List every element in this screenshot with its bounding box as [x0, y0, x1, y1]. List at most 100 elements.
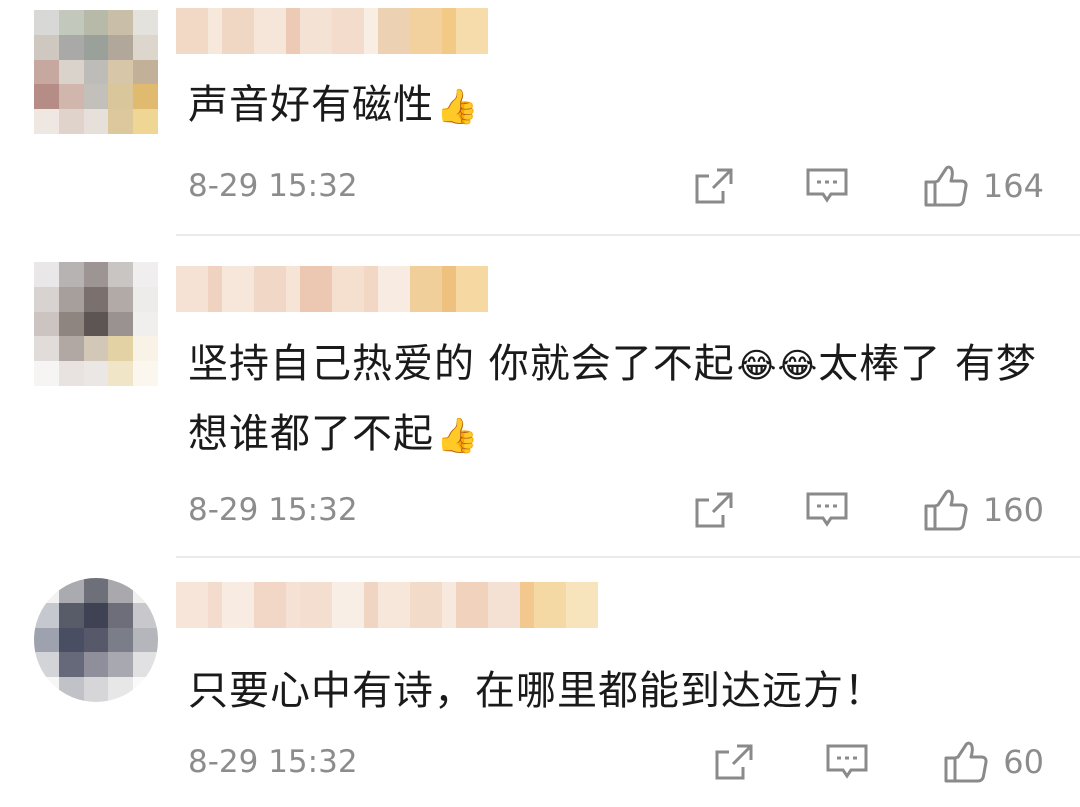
username[interactable] [176, 582, 598, 628]
avatar[interactable] [34, 10, 158, 134]
avatar-pixel [133, 34, 158, 60]
avatar-pixel [133, 578, 158, 603]
avatar-pixel [108, 652, 134, 678]
username-pixel [364, 582, 378, 628]
comment-icon[interactable] [825, 743, 869, 781]
username-pixel [254, 8, 286, 54]
avatar-pixel [83, 578, 109, 603]
username-pixel [286, 8, 300, 54]
avatar-pixel [58, 84, 84, 110]
username-pixel [222, 582, 254, 628]
avatar-pixel [34, 109, 59, 134]
username-pixel [520, 582, 534, 628]
username-pixel [364, 8, 378, 54]
username-pixel [410, 8, 442, 54]
avatar-pixel [58, 627, 84, 653]
avatar-pixel [58, 286, 84, 312]
avatar-pixel [83, 109, 109, 134]
avatar-pixel [34, 602, 59, 628]
avatar-pixel [58, 59, 84, 85]
username-pixel [300, 582, 332, 628]
username-pixel [410, 582, 442, 628]
comment-meta: 8-29 15:32 164 [188, 164, 1044, 208]
username-pixel [222, 8, 254, 54]
username-pixel [442, 266, 456, 312]
avatar-pixel [133, 361, 158, 386]
avatar-pixel [108, 578, 134, 603]
like-icon[interactable] [943, 740, 989, 784]
thumbs-up-emoji: 👍 [436, 87, 480, 127]
username-pixel [456, 582, 488, 628]
share-icon[interactable] [693, 167, 735, 205]
comment-actions: 164 [693, 164, 1044, 208]
avatar-pixel [83, 262, 109, 287]
comment-text: 坚持自己热爱的 你就会了不起😂😂太棒了 有梦想谁都了不起👍 [188, 330, 1040, 470]
avatar-pixel [133, 59, 158, 85]
username-pixel [456, 266, 488, 312]
avatar-pixel [34, 286, 59, 312]
avatar-pixel [83, 627, 109, 653]
username[interactable] [176, 266, 488, 312]
avatar-pixel [58, 10, 84, 35]
like-icon[interactable] [923, 488, 969, 532]
avatar[interactable] [34, 262, 158, 386]
avatar-pixel [34, 677, 59, 702]
avatar-pixel [34, 262, 59, 287]
divider [176, 556, 1080, 558]
avatar-pixel [34, 627, 59, 653]
avatar-pixel [83, 677, 109, 702]
avatar-pixel [58, 578, 84, 603]
username-pixel [488, 582, 520, 628]
avatar-pixel [83, 311, 109, 337]
avatar[interactable] [34, 578, 158, 702]
avatar-pixel [58, 361, 84, 386]
username[interactable] [176, 8, 488, 54]
comment-actions: 160 [693, 488, 1044, 532]
avatar-pixel [108, 627, 134, 653]
username-pixel [456, 8, 488, 54]
username-pixel [442, 8, 456, 54]
avatar-pixel [83, 10, 109, 35]
avatar-pixel [34, 84, 59, 110]
username-pixel [410, 266, 442, 312]
username-pixel [208, 582, 222, 628]
comment-time: 8-29 15:32 [188, 492, 358, 528]
username-pixel [222, 266, 254, 312]
avatar-pixel [108, 59, 134, 85]
username-pixel [442, 582, 456, 628]
avatar-pixel [83, 361, 109, 386]
avatar-pixel [133, 10, 158, 35]
divider [176, 234, 1080, 236]
avatar-pixel [34, 652, 59, 678]
avatar-pixel [83, 652, 109, 678]
username-pixel [176, 582, 208, 628]
username-pixel [378, 8, 410, 54]
username-mosaic [176, 266, 488, 312]
username-pixel [208, 8, 222, 54]
comment-icon[interactable] [805, 167, 849, 205]
avatar-pixel [83, 602, 109, 628]
thumbs-up-emoji: 👍 [436, 416, 480, 456]
comment-icon[interactable] [805, 491, 849, 529]
avatar-pixel [34, 361, 59, 386]
avatar-pixel [133, 602, 158, 628]
avatar-pixel [108, 311, 134, 337]
avatar-pixel [108, 286, 134, 312]
like-count: 60 [1003, 743, 1044, 781]
avatar-pixel [58, 109, 84, 134]
username-pixel [254, 582, 286, 628]
avatar-pixel [108, 336, 134, 362]
comment-text: 只要心中有诗，在哪里都能到达远方！ [188, 656, 1040, 726]
username-pixel [300, 8, 332, 54]
share-icon[interactable] [693, 491, 735, 529]
like-icon[interactable] [923, 164, 969, 208]
share-icon[interactable] [713, 743, 755, 781]
avatar-pixel [133, 109, 158, 134]
like-count: 164 [982, 167, 1044, 205]
avatar-pixel [133, 627, 158, 653]
avatar-pixel [34, 34, 59, 60]
comment-text-body: 声音好有磁性 [188, 82, 434, 128]
avatar-pixel [133, 336, 158, 362]
avatar-pixel [133, 311, 158, 337]
avatar-pixel [58, 652, 84, 678]
